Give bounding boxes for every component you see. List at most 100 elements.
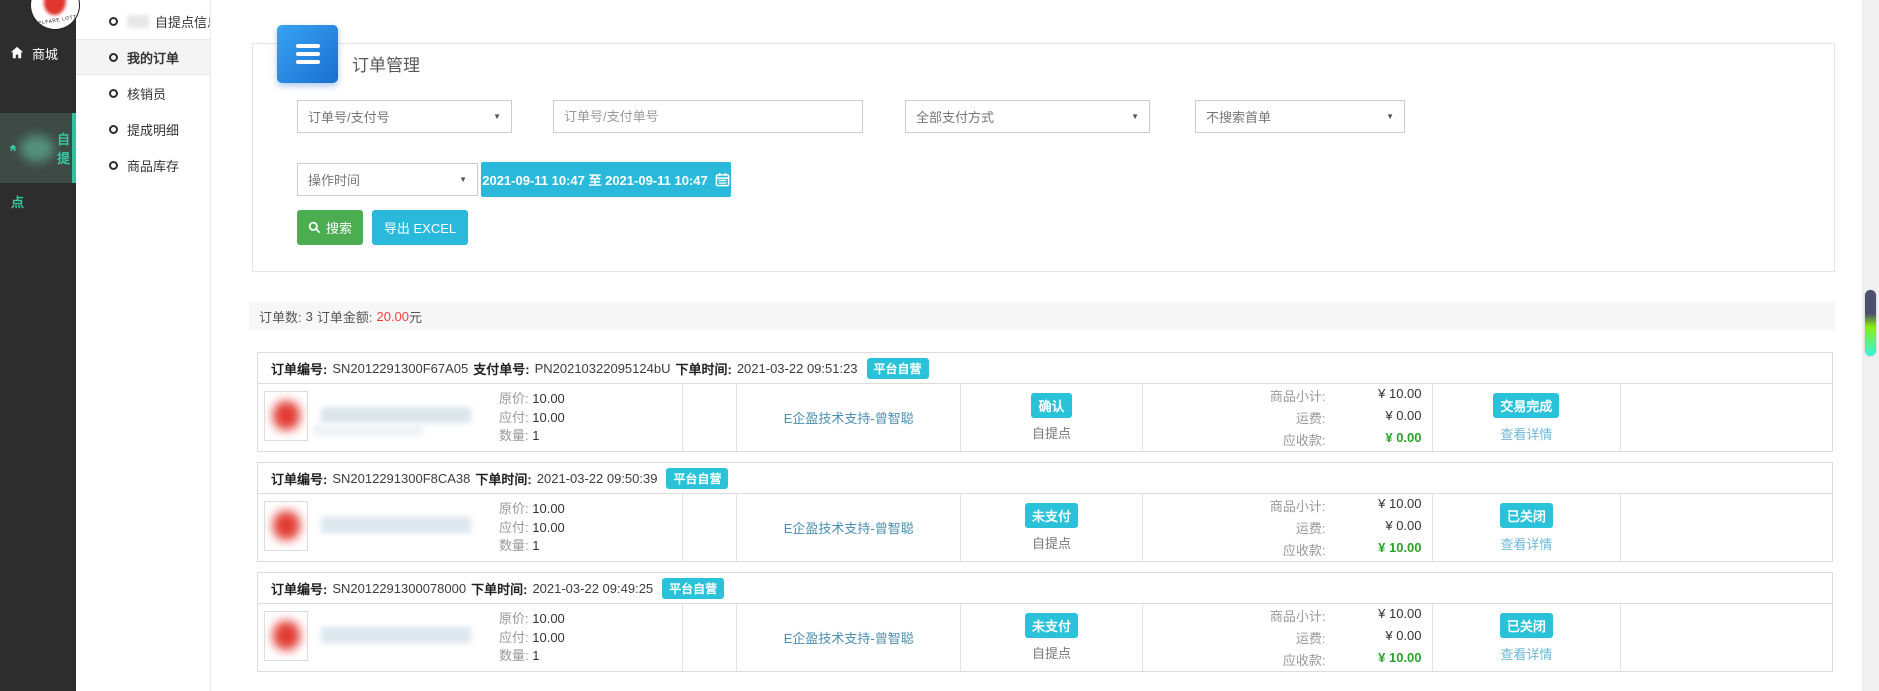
amounts-cell: 商品小计:¥ 10.00 运费:¥ 0.00 应收款:¥ 10.00 xyxy=(1143,604,1433,671)
sidebar-item-verifier[interactable]: 核销员 xyxy=(76,75,210,111)
view-detail-link[interactable]: 查看详情 xyxy=(1500,534,1552,553)
sidebar-item-label: 提成明细 xyxy=(127,120,179,139)
order-count-label: 订单数: xyxy=(259,307,302,326)
order-no-label: 订单编号: xyxy=(271,469,327,488)
pay-no-label: 支付单号: xyxy=(473,359,529,378)
subtotal-value: ¥ 10.00 xyxy=(1326,386,1422,405)
time-type-select[interactable]: 操作时间 ▼ xyxy=(297,163,478,196)
qty-value: 1 xyxy=(532,428,539,443)
price-info: 原价: 10.00 应付: 10.00 数量: 1 xyxy=(499,500,565,556)
calendar-icon xyxy=(715,172,730,187)
order-row: 原价: 10.00 应付: 10.00 数量: 1 E企盈技术支持-曾智聪 未支… xyxy=(258,604,1832,671)
order-block: 订单编号: SN2012291300F8CA38 下单时间: 2021-03-2… xyxy=(257,462,1833,562)
buyer-name: E企盈技术支持-曾智聪 xyxy=(784,628,914,647)
subtotal-label: 商品小计: xyxy=(1143,606,1326,625)
sidebar-item-product-stock[interactable]: 商品库存 xyxy=(76,147,210,183)
spacer-cell xyxy=(683,384,737,451)
sidebar-item-commission-detail[interactable]: 提成明细 xyxy=(76,111,210,147)
product-thumbnail xyxy=(264,391,308,441)
order-row: 原价: 10.00 应付: 10.00 数量: 1 E企盈技术支持-曾智聪 确认… xyxy=(258,384,1832,451)
platform-badge: 平台自营 xyxy=(666,468,728,489)
home-icon xyxy=(10,46,24,60)
chevron-down-icon: ▼ xyxy=(1131,112,1139,121)
confirm-button[interactable]: 确认 xyxy=(1031,393,1071,418)
order-block: 订单编号: SN2012291300F67A05 支付单号: PN2021032… xyxy=(257,352,1833,452)
empty-cell xyxy=(1621,604,1832,671)
search-button[interactable]: 搜索 xyxy=(297,210,363,245)
shipping-label: 运费: xyxy=(1143,408,1326,427)
search-icon xyxy=(308,221,321,234)
status-cell: 已关闭 查看详情 xyxy=(1433,494,1622,561)
order-time-value: 2021-03-22 09:51:23 xyxy=(737,361,858,376)
sidebar-item-pickup-info[interactable]: 自提点信息 xyxy=(76,3,210,39)
scrollbar-thumb[interactable] xyxy=(1864,289,1877,357)
radio-circle-icon xyxy=(109,161,118,170)
order-count-value: 3 xyxy=(306,309,313,324)
menu-toggle-button[interactable] xyxy=(277,25,338,83)
view-detail-link[interactable]: 查看详情 xyxy=(1500,644,1552,663)
pay-no-value: PN20210322095124bU xyxy=(535,361,671,376)
qty-label: 数量: xyxy=(499,648,529,663)
first-order-select[interactable]: 不搜索首单 ▼ xyxy=(1195,100,1405,133)
sidebar-item-my-orders[interactable]: 我的订单 xyxy=(76,39,210,75)
keyword-input[interactable] xyxy=(553,100,863,133)
chevron-down-icon: ▼ xyxy=(459,175,467,184)
delivery-type: 自提点 xyxy=(1032,643,1071,662)
order-time-label: 下单时间: xyxy=(471,579,527,598)
sidebar-item-label: 自提点信息 xyxy=(155,12,210,31)
export-excel-button[interactable]: 导出 EXCEL xyxy=(372,210,468,245)
radio-circle-icon xyxy=(109,53,118,62)
time-type-value: 操作时间 xyxy=(308,170,360,189)
date-range-button[interactable]: 2021-09-11 10:47 至 2021-09-11 10:47 xyxy=(481,162,731,197)
sidebar-item-mall-label: 商城 xyxy=(32,44,58,63)
price-info: 原价: 10.00 应付: 10.00 数量: 1 xyxy=(499,610,565,666)
receivable-label: 应收款: xyxy=(1143,540,1326,559)
empty-cell xyxy=(1621,384,1832,451)
search-button-label: 搜索 xyxy=(326,218,352,237)
receivable-label: 应收款: xyxy=(1143,650,1326,669)
status-cell: 已关闭 查看详情 xyxy=(1433,604,1622,671)
buyer-cell[interactable]: E企盈技术支持-曾智聪 xyxy=(737,494,961,561)
order-time-label: 下单时间: xyxy=(475,469,531,488)
sidebar-item-label: 我的订单 xyxy=(127,48,179,67)
shipping-value: ¥ 0.00 xyxy=(1326,628,1422,647)
delivery-type: 自提点 xyxy=(1032,423,1071,442)
order-time-value: 2021-03-22 09:49:25 xyxy=(532,581,653,596)
redacted-product-name xyxy=(321,517,471,533)
spacer-cell xyxy=(683,604,737,671)
lottery-logo-arc-text: WELFARE LOTT xyxy=(31,14,79,28)
pay-method-select[interactable]: 全部支付方式 ▼ xyxy=(905,100,1150,133)
qty-value: 1 xyxy=(532,648,539,663)
chevron-down-icon: ▼ xyxy=(493,112,501,121)
price-info: 原价: 10.00 应付: 10.00 数量: 1 xyxy=(499,390,565,446)
buyer-cell[interactable]: E企盈技术支持-曾智聪 xyxy=(737,604,961,671)
pay-price-label: 应付: xyxy=(499,630,529,645)
sidebar-item-pickup-active[interactable]: 自提 xyxy=(0,113,76,183)
sidebar-item-mall[interactable]: 商城 xyxy=(10,40,58,66)
redacted-product-image xyxy=(273,511,300,540)
sidebar-item-pickup-label: 自提 xyxy=(57,129,72,167)
orig-price-label: 原价: xyxy=(499,501,529,516)
orig-price-value: 10.00 xyxy=(532,501,565,516)
platform-badge: 平台自营 xyxy=(867,358,929,379)
delivery-type: 自提点 xyxy=(1032,533,1071,552)
receivable-label: 应收款: xyxy=(1143,430,1326,449)
qty-label: 数量: xyxy=(499,538,529,553)
order-no-value: SN2012291300F8CA38 xyxy=(332,471,470,486)
buyer-name: E企盈技术支持-曾智聪 xyxy=(784,518,914,537)
order-amount-unit: 元 xyxy=(409,307,422,326)
radio-circle-icon xyxy=(109,17,118,26)
redacted-product-name xyxy=(321,627,471,643)
search-type-select[interactable]: 订单号/支付号 ▼ xyxy=(297,100,512,133)
order-status-badge: 交易完成 xyxy=(1493,393,1559,418)
redacted-product-subtext xyxy=(313,425,423,436)
orders-summary-bar: 订单数: 3 订单金额: 20.00 元 xyxy=(249,302,1835,330)
view-detail-link[interactable]: 查看详情 xyxy=(1500,424,1552,443)
pay-status-cell: 确认 自提点 xyxy=(961,384,1143,451)
amounts-cell: 商品小计:¥ 10.00 运费:¥ 0.00 应收款:¥ 10.00 xyxy=(1143,494,1433,561)
redacted-prefix xyxy=(127,15,149,28)
qty-label: 数量: xyxy=(499,428,529,443)
order-block: 订单编号: SN2012291300078000 下单时间: 2021-03-2… xyxy=(257,572,1833,672)
buyer-cell[interactable]: E企盈技术支持-曾智聪 xyxy=(737,384,961,451)
pay-status-cell: 未支付 自提点 xyxy=(961,494,1143,561)
